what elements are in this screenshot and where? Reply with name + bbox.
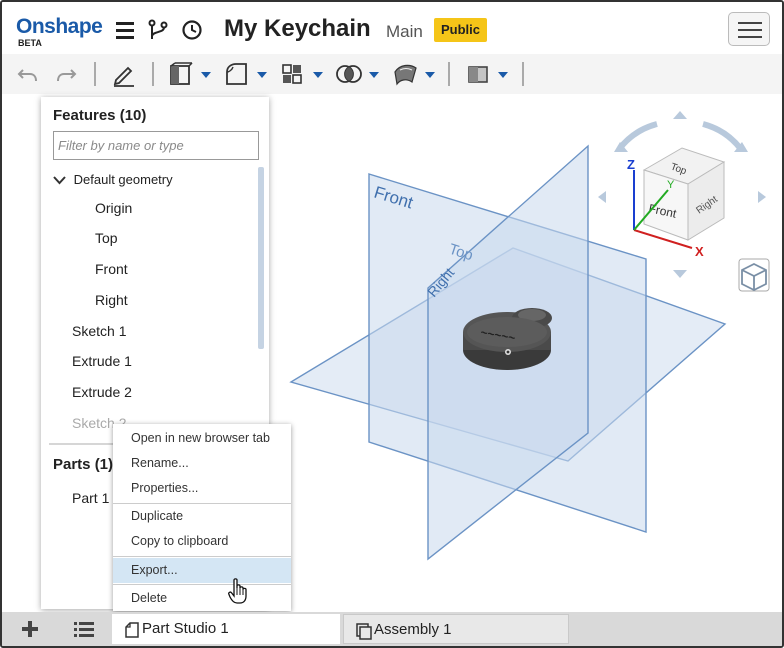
chevron-down-icon[interactable]	[53, 173, 66, 188]
feature-list-icon[interactable]	[114, 19, 136, 41]
tree-item-front[interactable]: Front	[95, 261, 128, 277]
tab-bar: Part Studio 1 Assembly 1	[2, 612, 782, 646]
tab-label: Part Studio 1	[142, 620, 229, 637]
app-window: Onshape BETA My Keychain Main Public Fro…	[0, 0, 784, 648]
menu-item-delete[interactable]: Delete	[113, 587, 291, 609]
tab-assembly-1[interactable]: Assembly 1	[343, 614, 569, 644]
plane-icon[interactable]	[466, 60, 492, 88]
tree-item-origin[interactable]: Origin	[95, 200, 132, 216]
z-axis-label: Z	[627, 157, 635, 172]
main-menu-button[interactable]	[728, 12, 770, 46]
tab-list-icon[interactable]	[73, 620, 95, 640]
extrude-icon[interactable]	[168, 60, 194, 88]
y-axis-label: Y	[667, 179, 675, 191]
context-menu: Open in new browser tab Rename... Proper…	[113, 424, 291, 611]
isometric-view-icon[interactable]	[738, 258, 770, 292]
toolbar	[2, 54, 782, 94]
toolbar-separator	[152, 62, 154, 86]
toolbar-separator	[94, 62, 96, 86]
menu-item-rename[interactable]: Rename...	[113, 452, 291, 474]
surface-icon[interactable]	[392, 60, 420, 88]
menu-item-open-new-tab[interactable]: Open in new browser tab	[113, 427, 291, 449]
assembly-icon	[355, 621, 373, 640]
menu-separator	[113, 584, 291, 585]
tree-item-right[interactable]: Right	[95, 292, 128, 308]
part-studio-icon	[123, 620, 141, 638]
menu-icon-line	[738, 29, 762, 31]
tree-item-sketch-1[interactable]: Sketch 1	[72, 323, 126, 339]
beta-label: BETA	[18, 38, 42, 48]
history-clock-icon[interactable]	[181, 19, 203, 41]
menu-item-export[interactable]: Export...	[113, 558, 291, 583]
tree-item-top[interactable]: Top	[95, 230, 118, 246]
chevron-down-icon[interactable]	[313, 72, 323, 78]
undo-icon[interactable]	[16, 60, 42, 88]
chevron-down-icon[interactable]	[498, 72, 508, 78]
menu-icon-line	[738, 36, 762, 38]
parts-title: Parts (1)	[53, 456, 114, 473]
menu-separator	[113, 503, 291, 504]
redo-icon[interactable]	[52, 60, 78, 88]
part-list-item[interactable]: Part 1	[72, 490, 109, 506]
sketch-pencil-icon[interactable]	[110, 60, 138, 88]
versions-branch-icon[interactable]	[147, 19, 169, 41]
onshape-logo[interactable]: Onshape BETA	[16, 15, 103, 48]
menu-item-properties[interactable]: Properties...	[113, 477, 291, 499]
pattern-icon[interactable]	[280, 60, 306, 88]
tree-item-extrude-2[interactable]: Extrude 2	[72, 384, 132, 400]
public-badge: Public	[434, 18, 488, 42]
default-geometry-group[interactable]: Default geometry	[53, 172, 173, 188]
feature-list-scrollbar[interactable]	[258, 167, 264, 349]
x-axis-label: X	[695, 244, 704, 259]
feature-filter-input[interactable]	[53, 131, 259, 160]
menu-separator	[113, 556, 291, 557]
menu-item-duplicate[interactable]: Duplicate	[113, 505, 291, 527]
document-title[interactable]: My Keychain	[224, 15, 371, 43]
logo-text: Onshape	[16, 15, 103, 38]
fillet-icon[interactable]	[224, 60, 250, 88]
default-geometry-label: Default geometry	[73, 172, 173, 187]
tree-item-extrude-1[interactable]: Extrude 1	[72, 353, 132, 369]
hand-pointer-cursor-icon	[228, 577, 250, 605]
branch-name: Main	[386, 22, 423, 41]
tab-label: Assembly 1	[374, 621, 452, 638]
toolbar-separator	[522, 62, 524, 86]
add-tab-icon[interactable]	[20, 619, 40, 639]
features-title: Features (10)	[53, 107, 147, 124]
chevron-down-icon[interactable]	[425, 72, 435, 78]
menu-item-copy-to-clipboard[interactable]: Copy to clipboard	[113, 530, 291, 552]
chevron-down-icon[interactable]	[201, 72, 211, 78]
boolean-icon[interactable]	[335, 60, 363, 88]
menu-icon-line	[738, 22, 762, 24]
header: Onshape BETA My Keychain Main Public	[2, 2, 782, 54]
tab-part-studio-1[interactable]: Part Studio 1	[112, 614, 340, 644]
toolbar-separator	[448, 62, 450, 86]
chevron-down-icon[interactable]	[369, 72, 379, 78]
chevron-down-icon[interactable]	[257, 72, 267, 78]
